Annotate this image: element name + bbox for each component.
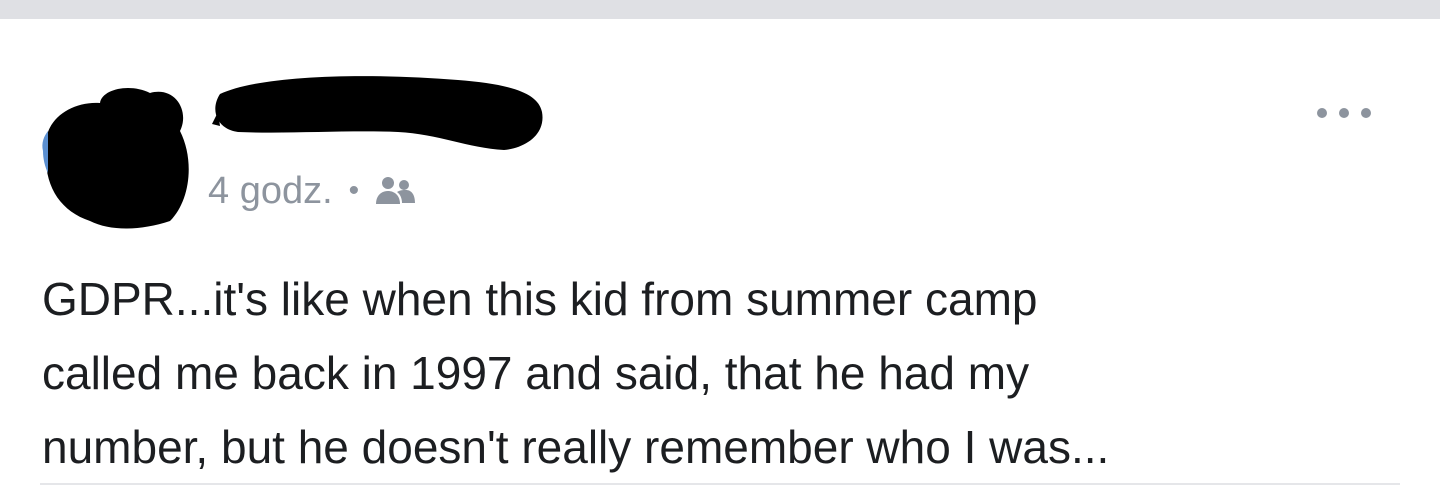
- feed-post: 4 godz. • GDPR...it's like when this kid…: [0, 19, 1440, 502]
- more-options-button[interactable]: [1308, 99, 1380, 127]
- post-timestamp[interactable]: 4 godz.: [208, 170, 333, 213]
- feed-background-strip: [0, 0, 1440, 19]
- meta-separator: •: [348, 174, 360, 207]
- post-divider: [40, 483, 1400, 485]
- author-name-redacted[interactable]: [208, 74, 548, 164]
- more-options-icon: [1317, 108, 1371, 118]
- redaction-mark-icon: [212, 76, 543, 150]
- post-meta: 4 godz. •: [208, 167, 417, 215]
- post-text: GDPR...it's like when this kid from summ…: [42, 273, 1110, 473]
- friends-icon[interactable]: [373, 175, 417, 207]
- avatar[interactable]: [40, 81, 190, 229]
- redacted-avatar-icon: [42, 88, 189, 229]
